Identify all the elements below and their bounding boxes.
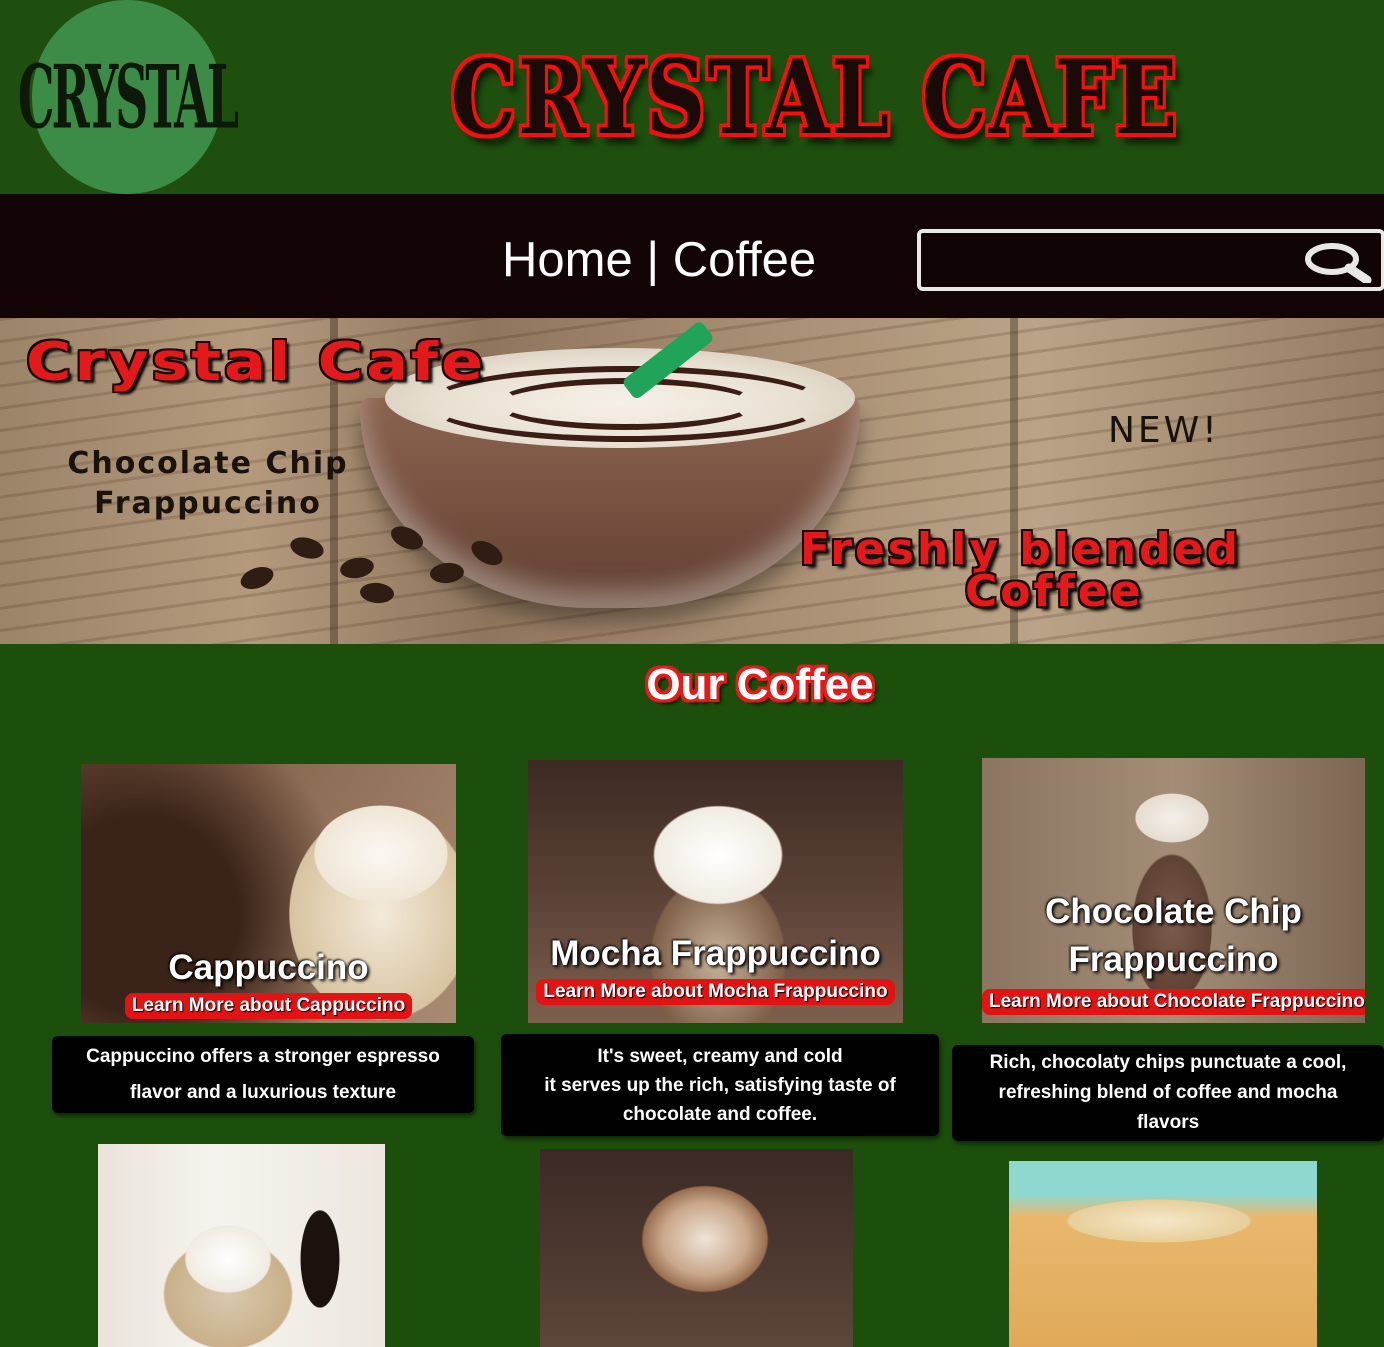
product-name: Mocha Frappuccino (550, 934, 881, 973)
logo-text: CRYSTAL (17, 45, 239, 149)
product-description-text: Rich, chocolaty chips punctuate a cool, … (989, 1052, 1347, 1133)
search-box (917, 229, 1384, 291)
search-icon[interactable] (1299, 237, 1373, 283)
learn-more-button[interactable]: Learn More about Chocolate Frappuccino (982, 989, 1365, 1015)
site-header: CRYSTAL CRYSTAL CAFE (0, 0, 1384, 194)
nav-coffee-link[interactable]: Coffee (673, 233, 816, 287)
product-description: It's sweet, creamy and cold it serves up… (501, 1034, 939, 1136)
logo[interactable]: CRYSTAL (18, 0, 239, 194)
banner-tagline-line2: Coffee (965, 566, 1144, 617)
nav-separator: | (646, 233, 660, 287)
search-input[interactable] (935, 241, 1289, 281)
product-card-image-chocolate-chip-frappuccino[interactable]: Chocolate Chip Frappuccino Learn More ab… (982, 758, 1365, 1023)
product-image-hot-mocha[interactable] (540, 1149, 853, 1347)
product-name: Cappuccino (168, 948, 369, 987)
learn-more-label: Learn More about Cappuccino (124, 993, 413, 1019)
learn-more-label: Learn More about Chocolate Frappuccino (982, 989, 1365, 1015)
banner-new-badge: NEW! (1108, 410, 1220, 451)
learn-more-button[interactable]: Learn More about Cappuccino (81, 993, 456, 1019)
coffee-beans-image (230, 518, 520, 608)
section-heading: Our Coffee (646, 660, 874, 709)
learn-more-label: Learn More about Mocha Frappuccino (536, 979, 895, 1005)
product-description: Rich, chocolaty chips punctuate a cool, … (952, 1045, 1384, 1141)
product-card-image-cappuccino[interactable]: Cappuccino Learn More about Cappuccino (81, 764, 456, 1023)
product-description-text: It's sweet, creamy and cold it serves up… (544, 1045, 896, 1125)
learn-more-button[interactable]: Learn More about Mocha Frappuccino (528, 979, 903, 1005)
banner-title: Crystal Cafe (26, 330, 487, 393)
product-card-image-mocha-frappuccino[interactable]: Mocha Frappuccino Learn More about Mocha… (528, 760, 903, 1023)
product-description-text: Cappuccino offers a stronger espresso fl… (86, 1045, 440, 1103)
product-description: Cappuccino offers a stronger espresso fl… (52, 1036, 474, 1113)
product-image-caramel-frappuccino[interactable] (1009, 1161, 1317, 1347)
site-title: CRYSTAL CAFE (450, 38, 1180, 158)
product-name: Chocolate Chip Frappuccino (1045, 892, 1302, 979)
product-image-latte[interactable] (98, 1144, 385, 1347)
nav-menu: Home | Coffee (502, 232, 816, 288)
nav-home-link[interactable]: Home (502, 233, 633, 287)
banner-product-name: Chocolate Chip Frappuccino (67, 446, 349, 521)
